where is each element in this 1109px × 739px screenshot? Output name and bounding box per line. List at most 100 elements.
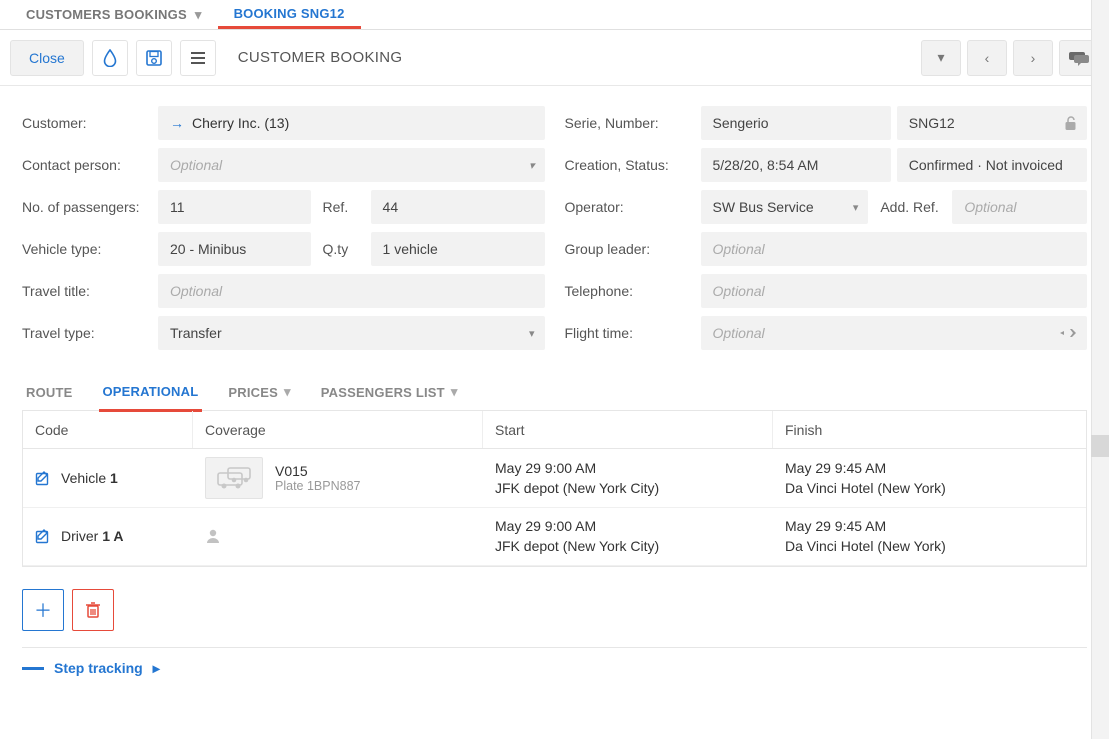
table-row[interactable]: Driver 1 A May 29 9:00 AM JFK depot (New… — [23, 508, 1086, 566]
tab-label: PASSENGERS LIST — [321, 385, 445, 400]
status-value: Confirmed · Not invoiced — [909, 157, 1063, 173]
code-bold: 1 — [110, 470, 118, 486]
tab-label: CUSTOMERS BOOKINGS — [26, 7, 187, 22]
delete-button[interactable] — [72, 589, 114, 631]
flight-time-input[interactable]: Optional — [701, 316, 1088, 350]
finish-place: Da Vinci Hotel (New York) — [785, 536, 1074, 556]
creation-value: 5/28/20, 8:54 AM — [713, 157, 819, 173]
tab-booking-active[interactable]: BOOKING SNG12 — [218, 0, 361, 29]
code-prefix: Vehicle — [61, 470, 110, 486]
edit-icon[interactable] — [35, 470, 51, 486]
placeholder-text: Optional — [170, 283, 222, 299]
more-dropdown[interactable]: ▾ — [921, 40, 961, 76]
placeholder-text: Optional — [713, 241, 765, 257]
vehicle-type-input[interactable]: 20 - Minibus — [158, 232, 311, 266]
contact-select[interactable]: Optional ▾ — [158, 148, 545, 182]
travel-type-value: Transfer — [170, 325, 222, 341]
th-coverage: Coverage — [193, 411, 483, 448]
bottom-controls: ＋ — [22, 589, 1087, 631]
label-flight-time: Flight time: — [565, 325, 701, 341]
plane-icon — [1059, 326, 1077, 340]
user-icon — [205, 528, 221, 544]
tab-customers-bookings[interactable]: CUSTOMERS BOOKINGS ▾ — [10, 0, 218, 29]
operator-select[interactable]: SW Bus Service ▾ — [701, 190, 869, 224]
code-bold: 1 A — [102, 528, 123, 544]
add-button[interactable]: ＋ — [22, 589, 64, 631]
label-travel-type: Travel type: — [22, 325, 158, 341]
drop-icon — [102, 49, 118, 67]
chevron-left-icon: ‹ — [985, 50, 990, 66]
next-button[interactable]: › — [1013, 40, 1053, 76]
tab-label: OPERATIONAL — [103, 384, 199, 399]
toolbar-right: ▾ ‹ › 8 — [921, 40, 1099, 76]
start-time: May 29 9:00 AM — [495, 458, 761, 478]
save-icon — [145, 49, 163, 67]
top-tabs: CUSTOMERS BOOKINGS ▾ BOOKING SNG12 — [0, 0, 1109, 30]
chat-icon — [1069, 50, 1089, 66]
number-value: SNG12 — [909, 115, 955, 131]
label-passengers: No. of passengers: — [22, 199, 158, 215]
label-qty: Q.ty — [317, 232, 365, 266]
save-button[interactable] — [136, 40, 172, 76]
toolbar-title: CUSTOMER BOOKING — [238, 49, 403, 66]
addref-input[interactable]: Optional — [952, 190, 1087, 224]
close-button[interactable]: Close — [10, 40, 84, 76]
start-place: JFK depot (New York City) — [495, 478, 761, 498]
trash-icon — [85, 601, 101, 619]
serie-input[interactable]: Sengerio — [701, 106, 891, 140]
tab-label: ROUTE — [26, 385, 73, 400]
th-start: Start — [483, 411, 773, 448]
edit-icon[interactable] — [35, 528, 51, 544]
vehicle-plate: Plate 1BPN887 — [275, 479, 360, 493]
finish-time: May 29 9:45 AM — [785, 516, 1074, 536]
label-ref: Ref. — [317, 190, 365, 224]
travel-title-input[interactable]: Optional — [158, 274, 545, 308]
scrollbar-thumb[interactable] — [1091, 435, 1109, 457]
arrow-right-icon: → — [170, 115, 184, 131]
start-time: May 29 9:00 AM — [495, 516, 761, 536]
code-prefix: Driver — [61, 528, 102, 544]
plus-icon: ＋ — [34, 597, 52, 623]
label-addref: Add. Ref. — [874, 190, 946, 224]
label-group-leader: Group leader: — [565, 241, 701, 257]
customer-field[interactable]: → Cherry Inc. (13) — [158, 106, 545, 140]
qty-input[interactable]: 1 vehicle — [371, 232, 545, 266]
step-tracking-link[interactable]: Step tracking ▸ — [22, 647, 1087, 677]
group-leader-input[interactable]: Optional — [701, 232, 1088, 266]
caret-down-icon: ▾ — [195, 7, 202, 23]
passengers-input[interactable]: 11 — [158, 190, 311, 224]
ref-input[interactable]: 44 — [371, 190, 545, 224]
hamburger-icon — [190, 51, 206, 65]
caret-down-icon: ▾ — [451, 384, 458, 400]
scrollbar[interactable] — [1091, 0, 1109, 739]
subtab-route[interactable]: ROUTE — [22, 379, 77, 410]
start-place: JFK depot (New York City) — [495, 536, 761, 556]
operator-value: SW Bus Service — [713, 199, 814, 215]
travel-type-select[interactable]: Transfer ▾ — [158, 316, 545, 350]
subtab-passengers-list[interactable]: PASSENGERS LIST ▾ — [317, 378, 462, 410]
tab-label: BOOKING SNG12 — [234, 6, 345, 21]
subtab-operational[interactable]: OPERATIONAL — [99, 378, 203, 412]
number-input[interactable]: SNG12 — [897, 106, 1087, 140]
step-tracking-label: Step tracking — [54, 660, 143, 676]
caret-down-icon: ▾ — [529, 327, 535, 340]
vehicle-thumbnail — [205, 457, 263, 499]
prev-button[interactable]: ‹ — [967, 40, 1007, 76]
label-customer: Customer: — [22, 115, 158, 131]
placeholder-text: Optional — [713, 325, 765, 341]
telephone-input[interactable]: Optional — [701, 274, 1088, 308]
placeholder-text: Optional — [964, 199, 1016, 215]
status-input: Confirmed · Not invoiced — [897, 148, 1087, 182]
subtab-prices[interactable]: PRICES ▾ — [224, 378, 294, 410]
label-serie: Serie, Number: — [565, 115, 701, 131]
ink-drop-button[interactable] — [92, 40, 128, 76]
menu-button[interactable] — [180, 40, 216, 76]
form-right: Serie, Number: Sengerio SNG12 Creation, … — [565, 102, 1088, 354]
label-travel-title: Travel title: — [22, 283, 158, 299]
label-telephone: Telephone: — [565, 283, 701, 299]
customer-value: Cherry Inc. (13) — [192, 115, 289, 131]
table-row[interactable]: Vehicle 1 V015 Plate 1BPN887 May 29 9:0 — [23, 449, 1086, 508]
vehtype-value: 20 - Minibus — [170, 241, 246, 257]
label-contact: Contact person: — [22, 157, 158, 173]
operational-table: Code Coverage Start Finish Vehicle 1 — [22, 411, 1087, 567]
